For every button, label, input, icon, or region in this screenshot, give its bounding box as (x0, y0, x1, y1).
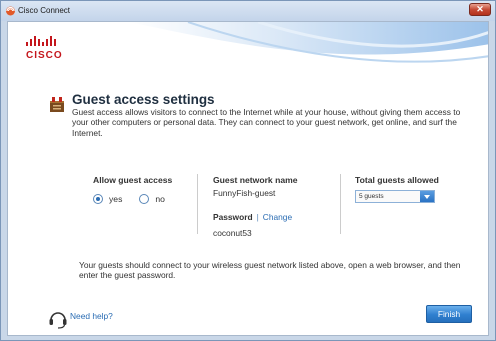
close-icon: ✕ (476, 4, 484, 14)
cisco-logo: CISCO (26, 36, 63, 61)
password-label: Password (213, 212, 253, 222)
intro-text: Guest access allows visitors to connect … (72, 107, 461, 138)
connection-note: Your guests should connect to your wirel… (79, 260, 461, 281)
page-title: Guest access settings (72, 92, 215, 107)
radio-yes-label[interactable]: yes (109, 194, 122, 204)
allow-guest-heading: Allow guest access (93, 175, 173, 185)
allow-guest-radio-group: yes no (93, 193, 182, 205)
radio-no-label[interactable]: no (155, 194, 165, 204)
total-guests-heading: Total guests allowed (355, 175, 439, 185)
cisco-bars-icon (26, 36, 56, 46)
close-button[interactable]: ✕ (469, 3, 491, 16)
guest-password-value: coconut53 (213, 228, 252, 238)
window-title: Cisco Connect (18, 6, 71, 15)
finish-button[interactable]: Finish (426, 305, 472, 323)
change-password-link[interactable]: Change (263, 212, 292, 222)
main-panel: CISCO Guest access settings Guest access… (7, 21, 489, 336)
total-guests-value: 5 guests (359, 193, 384, 200)
radio-yes[interactable] (93, 194, 103, 204)
app-window: Cisco Connect ✕ CISCO Guest access setti… (0, 0, 496, 341)
password-row: Password | Change (213, 212, 292, 222)
password-separator: | (256, 212, 259, 222)
column-divider-right (340, 174, 341, 234)
guest-network-name: FunnyFish-guest (213, 188, 276, 198)
title-bar[interactable]: Cisco Connect ✕ (1, 1, 495, 21)
total-guests-select[interactable]: 5 guests (355, 190, 435, 203)
header-swoosh-graphic (8, 22, 488, 84)
cisco-wordmark: CISCO (26, 50, 63, 61)
network-name-heading: Guest network name (213, 175, 298, 185)
chevron-down-icon[interactable] (420, 191, 434, 202)
column-divider-left (197, 174, 198, 234)
router-guest-icon (50, 97, 64, 112)
radio-no[interactable] (139, 194, 150, 204)
need-help-link[interactable]: Need help? (70, 311, 113, 321)
headset-help-icon[interactable] (46, 307, 70, 329)
cisco-app-icon (6, 6, 15, 16)
